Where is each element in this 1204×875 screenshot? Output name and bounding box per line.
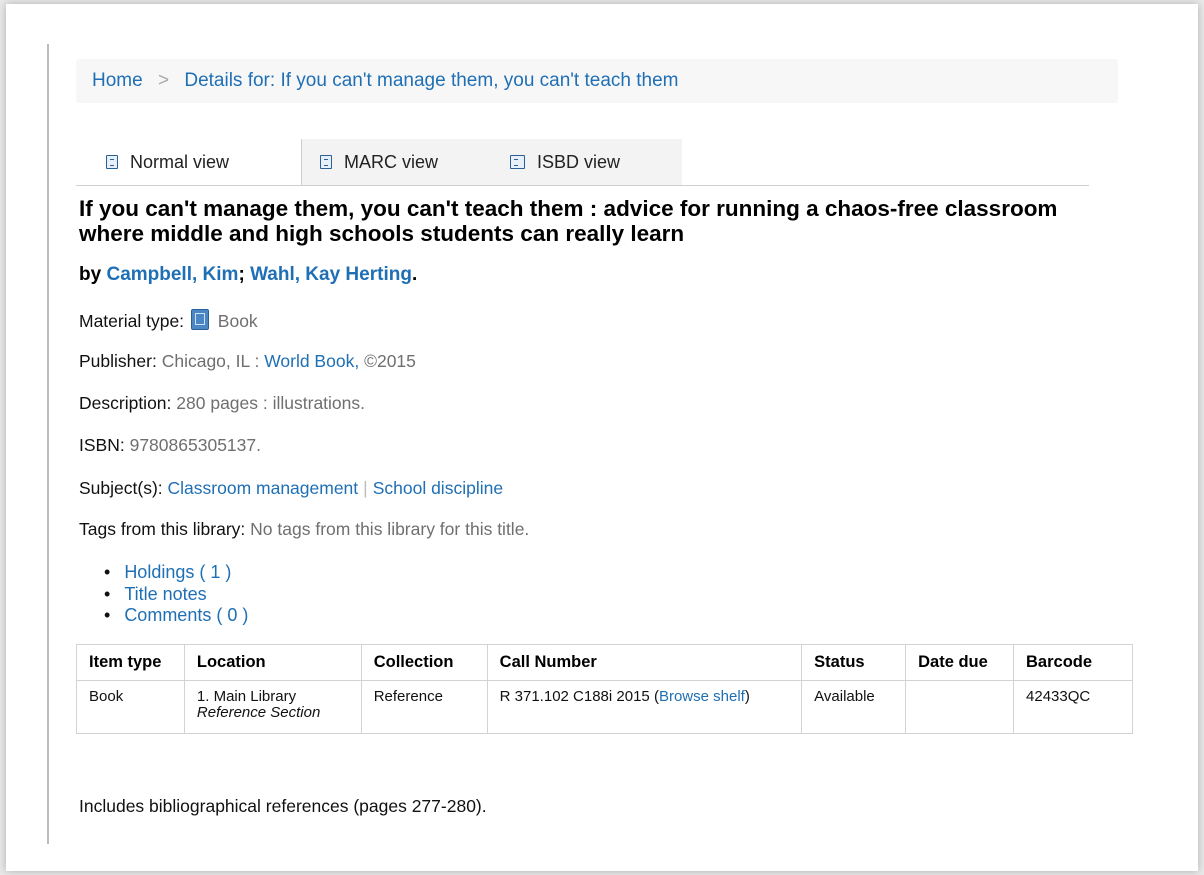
tab-normal-view-label: Normal view <box>130 152 230 172</box>
isbn-field: ISBN: 9780865305137. <box>79 435 261 456</box>
subject-link-school-discipline[interactable]: School discipline <box>373 478 503 498</box>
subject-separator: | <box>363 478 368 498</box>
tab-marc-view[interactable]: MARC view <box>302 139 492 185</box>
breadcrumb-current-link[interactable]: Details for: If you can't manage them, y… <box>184 70 678 91</box>
publisher-name-link[interactable]: World Book, <box>264 351 359 371</box>
subjects-label: Subject(s): <box>79 478 163 498</box>
isbn-label: ISBN: <box>79 435 125 455</box>
subjects-field: Subject(s): Classroom management | School … <box>79 478 503 499</box>
bibliography-note: Includes bibliographical references (pag… <box>79 796 487 816</box>
browse-shelf-link[interactable]: Browse shelf <box>659 688 745 705</box>
list-item: Title notes <box>104 584 248 606</box>
call-number-cell: R 371.102 C188i 2015 (Browse shelf) <box>486 680 803 734</box>
book-icon <box>190 309 209 330</box>
view-tabs: Normal view MARC view ISBD view <box>76 139 1089 186</box>
list-item: Comments ( 0 ) <box>104 605 248 627</box>
record-authors: by Campbell, Kim; Wahl, Kay Herting. <box>79 264 417 286</box>
tags-field: Tags from this library: No tags from thi… <box>79 519 529 540</box>
page-frame: Home > Details for: If you can't manage … <box>6 4 1198 871</box>
tags-value: No tags from this library for this title… <box>250 519 530 539</box>
collection-cell: Reference <box>360 680 488 734</box>
material-type-label: Material type: <box>79 311 185 331</box>
list-item: Holdings ( 1 ) <box>104 562 248 584</box>
column-header[interactable]: Date due <box>905 644 1015 681</box>
publisher-field: Publisher: Chicago, IL : World Book, ©20… <box>79 351 416 372</box>
breadcrumb: Home > Details for: If you can't manage … <box>76 59 1118 103</box>
description-value: 280 pages : illustrations. <box>176 393 366 413</box>
table-row: Book 1. Main Library Reference Section R… <box>76 680 1133 734</box>
tab-normal-view[interactable]: Normal view <box>76 139 302 185</box>
by-label: by <box>79 264 102 285</box>
material-type-value: Book <box>217 311 258 331</box>
description-label: Description: <box>79 393 172 413</box>
column-header[interactable]: Barcode <box>1013 644 1133 681</box>
date-due-cell <box>905 680 1015 734</box>
column-header[interactable]: Collection <box>360 644 488 681</box>
author-link-wahl[interactable]: Wahl, Kay Herting <box>250 264 412 285</box>
isbn-value: 9780865305137. <box>129 435 261 455</box>
author-end: . <box>411 264 418 285</box>
record-title: If you can't manage them, you can't teac… <box>79 196 1058 246</box>
item-type-cell: Book <box>76 680 185 734</box>
tab-marc-view-label: MARC view <box>344 152 439 172</box>
status-cell: Available <box>801 680 907 734</box>
browse-close-paren: ) <box>744 688 750 705</box>
barcode-cell: 42433QC <box>1013 680 1133 734</box>
location-sublocation: Reference Section <box>196 704 321 721</box>
tab-isbd-view-label: ISBD view <box>537 152 621 172</box>
location-name: 1. Main Library <box>196 688 297 705</box>
subject-link-classroom-management[interactable]: Classroom management <box>168 478 359 498</box>
material-type-field: Material type: Book <box>79 309 258 332</box>
column-header[interactable]: Call Number <box>486 644 803 681</box>
publisher-place: Chicago, IL : <box>161 351 260 371</box>
file-text-icon <box>510 155 525 169</box>
location-cell: 1. Main Library Reference Section <box>183 680 362 734</box>
left-rule <box>47 44 49 844</box>
holdings-link[interactable]: Holdings ( 1 ) <box>124 562 231 582</box>
author-link-campbell[interactable]: Campbell, Kim <box>106 264 238 285</box>
publisher-date: ©2015 <box>364 351 416 371</box>
publisher-label: Publisher: <box>79 351 157 371</box>
author-separator: ; <box>238 264 245 285</box>
breadcrumb-home-link[interactable]: Home <box>92 70 143 91</box>
tab-isbd-view[interactable]: ISBD view <box>492 139 682 185</box>
document-icon <box>320 155 332 169</box>
tags-label: Tags from this library: <box>79 519 246 539</box>
description-field: Description: 280 pages : illustrations. <box>79 393 365 414</box>
column-header[interactable]: Item type <box>76 644 185 681</box>
section-links: Holdings ( 1 ) Title notes Comments ( 0 … <box>104 562 248 627</box>
table-header-row: Item type Location Collection Call Numbe… <box>76 644 1133 681</box>
call-number-value: R 371.102 C188i 2015 <box>499 688 650 705</box>
column-header[interactable]: Status <box>801 644 907 681</box>
holdings-table: Item type Location Collection Call Numbe… <box>76 644 1133 734</box>
document-icon <box>106 155 118 169</box>
title-notes-link[interactable]: Title notes <box>124 584 206 604</box>
column-header[interactable]: Location <box>183 644 362 681</box>
breadcrumb-separator: > <box>157 70 170 91</box>
comments-link[interactable]: Comments ( 0 ) <box>124 605 248 625</box>
